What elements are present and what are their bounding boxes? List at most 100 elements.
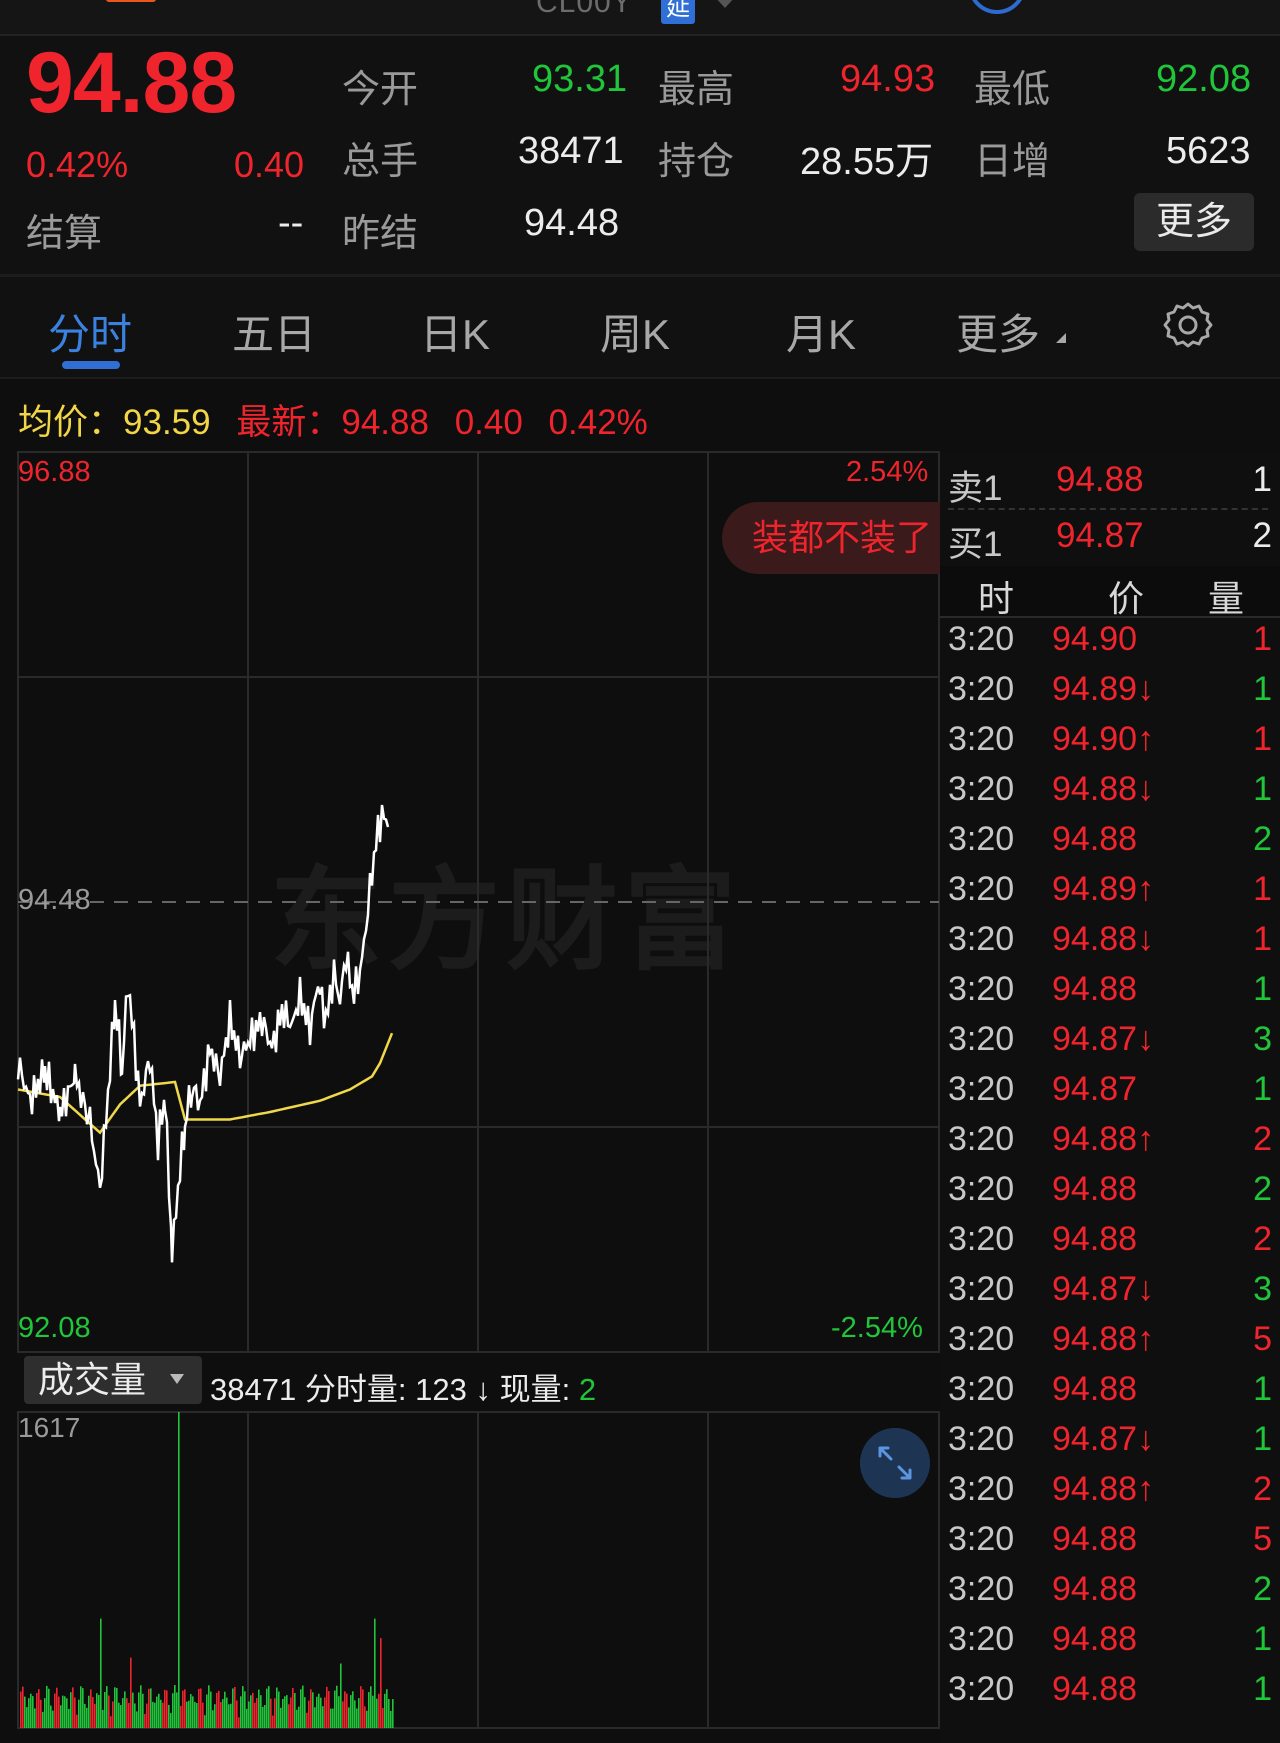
tick-row: 3:20 94.87↓ 3	[940, 1020, 1280, 1070]
volume-bar	[274, 1698, 276, 1728]
volume-bar	[140, 1685, 142, 1728]
tick-qty: 3	[1253, 1270, 1272, 1308]
tick-row: 3:20 94.87 1	[940, 1070, 1280, 1120]
tick-row: 3:20 94.88 1	[940, 1370, 1280, 1420]
volume-bar	[386, 1689, 388, 1728]
symbol-title[interactable]: CL00Y	[536, 0, 633, 20]
settings-gear-icon[interactable]	[1162, 299, 1214, 351]
tab-intraday[interactable]: 分时	[48, 301, 132, 362]
tick-time: 3:20	[948, 1070, 1015, 1108]
volume-bar	[242, 1686, 244, 1728]
tick-price: 94.88	[1052, 1570, 1138, 1608]
tick-price: 94.88	[1052, 820, 1138, 858]
volume-bar	[40, 1699, 42, 1728]
volume-bar	[28, 1698, 30, 1728]
tick-price: 94.90↑	[1052, 720, 1155, 758]
volume-bar	[244, 1691, 246, 1728]
volume-bar	[314, 1707, 316, 1728]
tick-row: 3:20 94.88 1	[940, 1670, 1280, 1720]
volume-bar	[232, 1688, 234, 1728]
app-logo-icon[interactable]	[106, 0, 156, 2]
tick-qty: 2	[1253, 1120, 1272, 1158]
tick-qty: 2	[1253, 1470, 1272, 1508]
tick-qty: 2	[1253, 1220, 1272, 1258]
volume-bar	[344, 1691, 346, 1728]
volume-bar	[302, 1685, 304, 1728]
volume-bar	[134, 1703, 136, 1728]
volume-bar	[184, 1689, 186, 1728]
tick-time: 3:20	[948, 870, 1015, 908]
high-value: 94.93	[840, 58, 936, 100]
volume-bar	[282, 1699, 284, 1728]
volume-axis-max: 1617	[18, 1412, 81, 1443]
tick-time: 3:20	[948, 1670, 1015, 1708]
volume-bar	[84, 1703, 86, 1728]
volume-bar	[264, 1705, 266, 1728]
volume-bar	[88, 1695, 90, 1728]
expand-icon[interactable]	[860, 1428, 930, 1498]
volume-bar	[298, 1706, 300, 1728]
tick-qty: 1	[1253, 970, 1272, 1008]
tick-qty: 1	[1253, 1620, 1272, 1658]
tab-monthly-k[interactable]: 月K	[786, 301, 856, 362]
symbol-dropdown-icon[interactable]	[714, 0, 736, 8]
search-icon[interactable]	[968, 0, 1026, 14]
tick-price: 94.88	[1052, 1520, 1138, 1558]
volume-bar	[322, 1706, 324, 1728]
volume-bar	[238, 1717, 240, 1728]
volume-bar	[310, 1689, 312, 1728]
volume-bar	[92, 1697, 94, 1728]
open-interest-value: 28.55万	[800, 141, 934, 183]
volume-bar	[370, 1686, 372, 1728]
volume-bar	[58, 1696, 60, 1728]
volume-bar	[26, 1707, 28, 1728]
volume-bar	[158, 1693, 160, 1728]
volume-bar	[240, 1696, 242, 1728]
volume-bar	[284, 1696, 286, 1728]
volume-bar	[206, 1694, 208, 1728]
tick-price: 94.87↓	[1052, 1020, 1155, 1058]
volume-bar	[388, 1699, 390, 1728]
tick-qty: 1	[1253, 870, 1272, 908]
volume-bar	[90, 1689, 92, 1728]
volume-bar	[262, 1706, 264, 1728]
volume-bar	[162, 1702, 164, 1728]
ticks-header-price: 价	[1108, 578, 1145, 619]
tick-row: 3:20 94.88↓ 1	[940, 770, 1280, 820]
volume-bar	[258, 1689, 260, 1728]
tab-daily-k[interactable]: 日K	[420, 301, 490, 362]
indicator-selector[interactable]: 成交量	[24, 1356, 202, 1404]
volume-bar	[98, 1695, 100, 1728]
tick-time: 3:20	[948, 1270, 1015, 1308]
book-divider	[948, 508, 1268, 510]
volume-bar	[382, 1708, 384, 1728]
high-label: 最高	[658, 69, 735, 111]
tab-more[interactable]: 更多	[956, 301, 1040, 362]
volume-bar	[192, 1696, 194, 1728]
tab-more-caret-icon	[1056, 333, 1066, 343]
avg-price-label: 均价：	[18, 403, 124, 442]
latest-price-label: 最新：	[236, 403, 342, 442]
volume-bar	[202, 1702, 204, 1728]
intraday-chart[interactable]	[0, 440, 940, 1743]
avg-price-value: 93.59	[123, 403, 211, 442]
volume-bar	[204, 1715, 206, 1728]
y-axis-mid-label: 94.48	[18, 884, 91, 916]
volume-bar	[154, 1702, 156, 1728]
price-line	[16, 804, 390, 1263]
volume-bar	[220, 1702, 222, 1728]
tick-time: 3:20	[948, 1620, 1015, 1658]
volume-bar	[66, 1698, 68, 1728]
tick-price: 94.88	[1052, 1620, 1138, 1658]
quote-more-button[interactable]: 更多	[1134, 193, 1254, 251]
comment-tag[interactable]: 装都不装了	[722, 502, 942, 574]
volume-bar	[332, 1708, 334, 1728]
volume-bar	[126, 1698, 128, 1728]
volume-bar	[38, 1689, 40, 1728]
tick-price: 94.88	[1052, 1170, 1138, 1208]
volume-bar	[30, 1693, 32, 1728]
volume-bar	[106, 1686, 108, 1728]
tab-five-day[interactable]: 五日	[232, 301, 316, 362]
tab-weekly-k[interactable]: 周K	[600, 301, 670, 362]
volume-bar	[114, 1687, 116, 1728]
